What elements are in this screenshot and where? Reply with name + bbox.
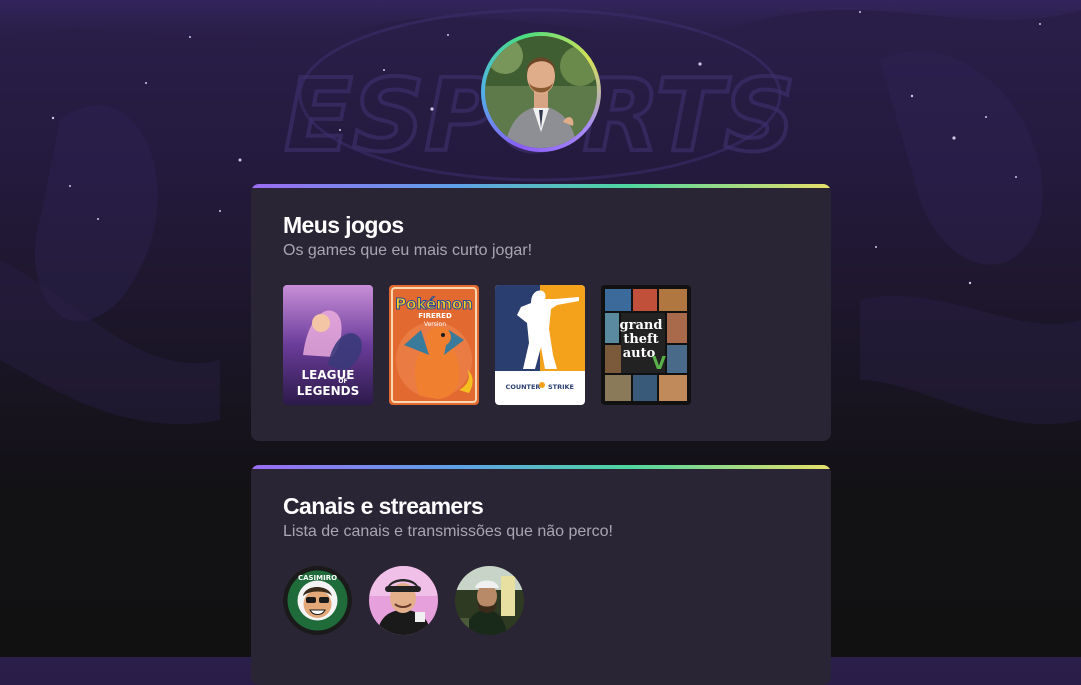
profile-avatar[interactable] [481,32,601,152]
svg-text:theft: theft [623,332,658,347]
profile-photo-icon [485,36,597,148]
game-counter-strike[interactable]: COUNTER STRIKE [495,285,585,405]
svg-text:Version: Version [424,321,446,328]
svg-text:V: V [652,353,666,374]
streamers-list: CASIMIRO [283,566,524,635]
streamer-casimiro[interactable]: CASIMIRO [283,566,352,635]
streamers-subtitle: Lista de canais e transmissões que não p… [283,523,613,540]
svg-text:CASIMIRO: CASIMIRO [298,574,337,582]
svg-text:grand: grand [620,318,663,333]
games-card: Meus jogos Os games que eu mais curto jo… [251,184,831,441]
svg-text:STRIKE: STRIKE [548,383,574,391]
svg-text:auto: auto [623,346,656,361]
streamers-title: Canais e streamers [283,493,484,519]
streamers-card: Canais e streamers Lista de canais e tra… [251,465,831,685]
games-subtitle: Os games que eu mais curto jogar! [283,242,533,259]
game-pokemon-firered[interactable]: Pokémon FIRERED Version [389,285,479,405]
game-league-of-legends[interactable]: LEAGUE OF LEGENDS [283,285,373,405]
svg-text:FIRERED: FIRERED [418,312,452,320]
svg-text:LEGENDS: LEGENDS [297,384,360,398]
games-list: LEAGUE OF LEGENDS Pokémon FIRERED Versio… [283,285,691,405]
svg-text:Pokémon: Pokémon [395,295,473,313]
games-title: Meus jogos [283,212,404,238]
streamer-2[interactable] [369,566,438,635]
game-gta-v[interactable]: grand theft auto V [601,285,691,405]
svg-text:COUNTER: COUNTER [506,383,541,391]
streamer-3[interactable] [455,566,524,635]
